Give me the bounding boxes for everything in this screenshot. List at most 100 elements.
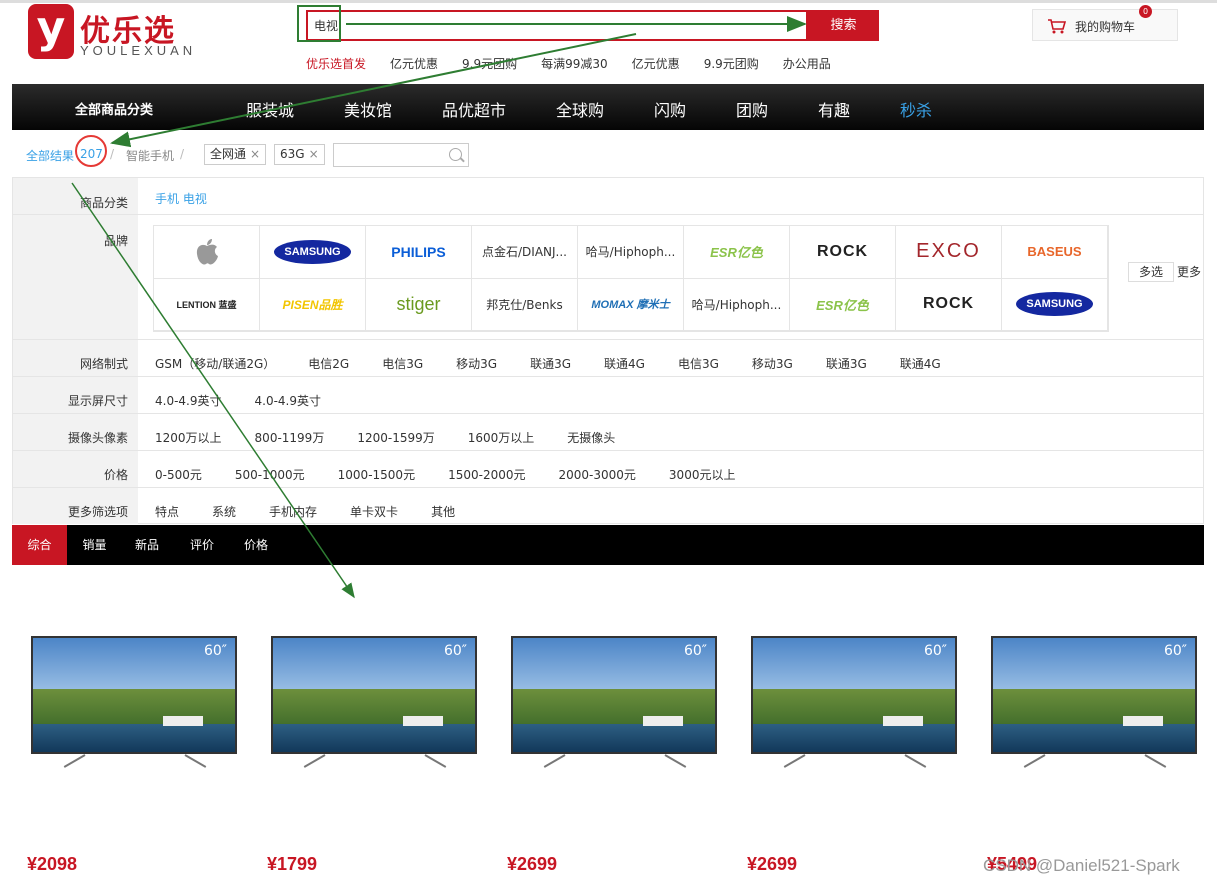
- filter-option[interactable]: 手机 电视: [155, 190, 207, 207]
- search-button[interactable]: 搜索: [808, 10, 879, 41]
- product-card[interactable]: 60″: [991, 636, 1199, 768]
- product-card[interactable]: 60″: [751, 636, 959, 768]
- brand-momax[interactable]: MOMAX 摩米士: [578, 278, 684, 331]
- product-card[interactable]: 60″: [271, 636, 479, 768]
- nav-item-clothing[interactable]: 服装城: [246, 97, 294, 121]
- nav-item-beauty[interactable]: 美妆馆: [344, 97, 392, 121]
- filter-option[interactable]: 联通3G: [530, 355, 571, 372]
- nav-item-fun[interactable]: 有趣: [818, 97, 850, 121]
- hot-keyword[interactable]: 优乐选首发: [306, 55, 366, 72]
- brand-samsung[interactable]: SAMSUNG: [260, 226, 366, 279]
- logo-mark[interactable]: y: [28, 4, 74, 59]
- brand-philips[interactable]: PHILIPS: [366, 226, 472, 279]
- filter-option[interactable]: 联通3G: [826, 355, 867, 372]
- brand-hiphop[interactable]: 哈马/Hiphoph...: [684, 278, 790, 331]
- nav-item-supermarket[interactable]: 品优超市: [442, 97, 506, 121]
- filter-option[interactable]: 联通4G: [900, 355, 941, 372]
- filter-option[interactable]: 2000-3000元: [559, 466, 636, 483]
- sort-tab-composite[interactable]: 综合: [12, 525, 67, 565]
- selected-filter-tag[interactable]: 63G ×: [274, 144, 325, 165]
- filter-option[interactable]: 1200-1599万: [357, 429, 434, 446]
- close-icon[interactable]: ×: [250, 147, 260, 161]
- brand-rock[interactable]: ROCK: [896, 278, 1002, 331]
- filter-row-camera: 摄像头像素 1200万以上 800-1199万 1200-1599万 1600万…: [13, 414, 1203, 451]
- filter-search-input[interactable]: [333, 143, 469, 167]
- brand-benks[interactable]: 邦克仕/Benks: [472, 278, 578, 331]
- filter-option[interactable]: 手机内存: [269, 503, 317, 520]
- brand-exco[interactable]: EXCO: [896, 226, 1002, 279]
- filter-option[interactable]: 电信2G: [308, 355, 349, 372]
- brand-lention[interactable]: LENTION 蓝盛: [154, 278, 260, 331]
- brand-baseus[interactable]: BASEUS: [1002, 226, 1108, 279]
- breadcrumb-category[interactable]: 智能手机: [126, 147, 174, 164]
- filter-option[interactable]: 特点: [155, 503, 179, 520]
- product-card[interactable]: 60″: [31, 636, 239, 768]
- product-image[interactable]: 60″: [511, 636, 717, 754]
- filter-option[interactable]: 移动3G: [752, 355, 793, 372]
- close-icon[interactable]: ×: [309, 147, 319, 161]
- filter-option[interactable]: 500-1000元: [235, 466, 305, 483]
- brand-grid: SAMSUNG PHILIPS 点金石/DIANJ... 哈马/Hiphoph.…: [153, 225, 1109, 332]
- filter-option[interactable]: 3000元以上: [669, 466, 736, 483]
- filter-option[interactable]: GSM（移动/联通2G）: [155, 355, 275, 372]
- all-categories-menu[interactable]: 全部商品分类: [75, 99, 153, 118]
- filter-option[interactable]: 电信3G: [382, 355, 423, 372]
- product-image[interactable]: 60″: [991, 636, 1197, 754]
- brand-esr[interactable]: ESR亿色: [790, 278, 896, 331]
- brand-rock[interactable]: ROCK: [790, 226, 896, 279]
- nav-item-global[interactable]: 全球购: [556, 97, 604, 121]
- filter-option[interactable]: 1600万以上: [468, 429, 535, 446]
- nav-item-seckill[interactable]: 秒杀: [900, 97, 932, 121]
- filter-option[interactable]: 1500-2000元: [448, 466, 525, 483]
- filter-option[interactable]: 1000-1500元: [338, 466, 415, 483]
- product-card[interactable]: 60″: [511, 636, 719, 768]
- brand-esr[interactable]: ESR亿色: [684, 226, 790, 279]
- brand-stiger[interactable]: stiger: [366, 278, 472, 331]
- filter-option[interactable]: 4.0-4.9英寸: [155, 392, 222, 409]
- hot-keyword[interactable]: 每满99减30: [541, 55, 608, 72]
- filter-option[interactable]: 移动3G: [456, 355, 497, 372]
- filter-option[interactable]: 800-1199万: [255, 429, 325, 446]
- filter-row-brand: 品牌 SAMSUNG PHILIPS 点金石/DIANJ... 哈马/Hipho…: [13, 215, 1203, 340]
- filter-option[interactable]: 0-500元: [155, 466, 202, 483]
- multi-select-button[interactable]: 多选: [1128, 262, 1174, 282]
- filter-option[interactable]: 联通4G: [604, 355, 645, 372]
- hot-keyword[interactable]: 亿元优惠: [390, 55, 438, 72]
- filter-option[interactable]: 1200万以上: [155, 429, 222, 446]
- shopping-cart-button[interactable]: 我的购物车 0: [1032, 5, 1178, 41]
- selected-filter-tag[interactable]: 全网通 ×: [204, 144, 267, 165]
- filter-option[interactable]: 单卡双卡: [350, 503, 398, 520]
- product-price: ¥1799: [267, 854, 318, 874]
- filter-option[interactable]: 电信3G: [678, 355, 719, 372]
- sort-tab-price[interactable]: 价格: [230, 525, 282, 565]
- hot-keyword[interactable]: 9.9元团购: [704, 55, 759, 72]
- nav-item-flash[interactable]: 闪购: [654, 97, 686, 121]
- sort-tab-sales[interactable]: 销量: [67, 525, 122, 565]
- brand-pisen[interactable]: PISEN品胜: [260, 278, 366, 331]
- sort-tab-review[interactable]: 评价: [176, 525, 228, 565]
- filter-option[interactable]: 其他: [431, 503, 455, 520]
- filter-label: 品牌: [13, 215, 138, 339]
- top-border: [0, 0, 1217, 3]
- more-brands-button[interactable]: 更多: [1177, 263, 1201, 280]
- filter-option[interactable]: 无摄像头: [567, 429, 615, 446]
- hot-keyword[interactable]: 9.9元团购: [462, 55, 517, 72]
- sort-tab-new[interactable]: 新品: [122, 525, 172, 565]
- filter-option[interactable]: 4.0-4.9英寸: [255, 392, 322, 409]
- product-price: ¥2699: [507, 854, 558, 874]
- brand-apple[interactable]: [154, 226, 260, 279]
- product-image[interactable]: 60″: [751, 636, 957, 754]
- brand-dianjinshi[interactable]: 点金石/DIANJ...: [472, 226, 578, 279]
- breadcrumb-all-results[interactable]: 全部结果: [26, 147, 74, 164]
- filter-option[interactable]: 系统: [212, 503, 236, 520]
- search-input[interactable]: [308, 12, 806, 39]
- filter-options: 特点 系统 手机内存 单卡双卡 其他: [155, 503, 488, 520]
- hot-keyword[interactable]: 办公用品: [783, 55, 831, 72]
- product-image[interactable]: 60″: [271, 636, 477, 754]
- product-image[interactable]: 60″: [31, 636, 237, 754]
- search-icon[interactable]: [449, 148, 462, 161]
- brand-samsung[interactable]: SAMSUNG: [1002, 278, 1108, 331]
- brand-hiphop[interactable]: 哈马/Hiphoph...: [578, 226, 684, 279]
- hot-keyword[interactable]: 亿元优惠: [632, 55, 680, 72]
- nav-item-group[interactable]: 团购: [736, 97, 768, 121]
